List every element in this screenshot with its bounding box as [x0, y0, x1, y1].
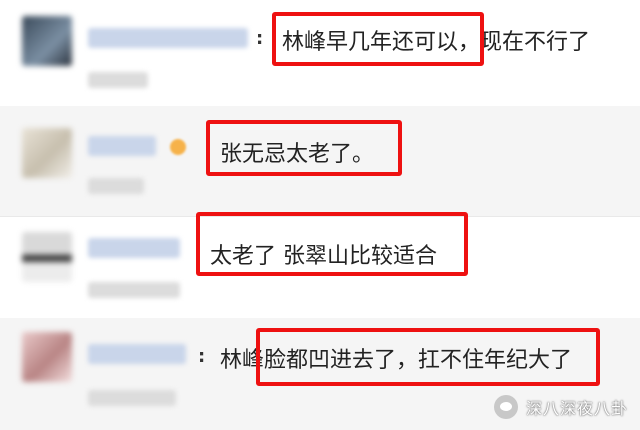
watermark: 深八深夜八卦 — [493, 394, 628, 420]
comment-meta — [88, 390, 176, 406]
comment-meta — [88, 72, 148, 88]
avatar[interactable] — [22, 232, 72, 282]
highlight-box — [256, 328, 600, 386]
comment-separator: : — [198, 346, 206, 367]
avatar[interactable] — [22, 128, 72, 178]
comment-meta — [88, 282, 180, 298]
username-link[interactable] — [88, 344, 186, 364]
comment-meta — [88, 178, 144, 194]
username-link[interactable] — [88, 28, 248, 48]
comment-item: : 林峰早几年还可以，现在不行了 — [0, 0, 640, 107]
watermark-text: 深八深夜八卦 — [525, 399, 628, 418]
avatar[interactable] — [22, 332, 72, 382]
comment-item: : 太老了 张翠山比较适合 — [0, 212, 640, 319]
comment-item: 张无忌太老了。 — [0, 106, 640, 217]
highlight-box — [272, 12, 484, 66]
comment-separator: : — [256, 28, 264, 49]
wechat-logo-icon — [493, 395, 518, 419]
highlight-box — [206, 120, 402, 176]
username-link[interactable] — [88, 136, 156, 156]
avatar[interactable] — [22, 16, 72, 66]
highlight-box — [196, 212, 468, 276]
username-link[interactable] — [88, 238, 180, 258]
vip-badge-icon — [170, 139, 186, 155]
